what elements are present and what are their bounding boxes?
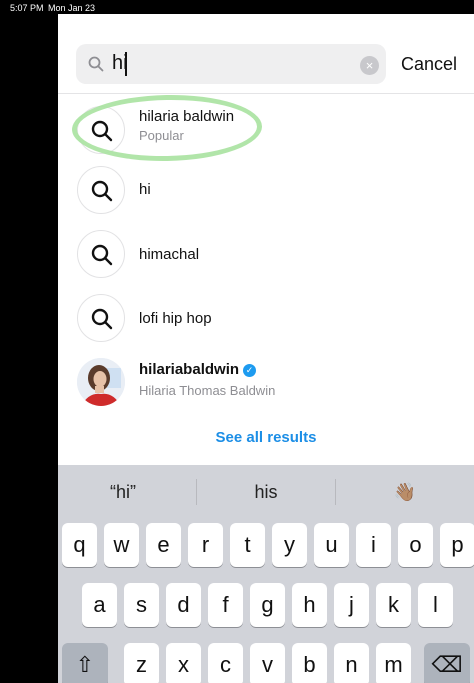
text-caret <box>125 52 127 76</box>
key-u[interactable]: u <box>314 523 349 567</box>
keyboard-suggestion-emoji[interactable]: 👋🏽 <box>340 482 470 503</box>
key-e[interactable]: e <box>146 523 181 567</box>
account-result-item[interactable]: hilariabaldwin ✓ Hilaria Thomas Baldwin <box>58 358 474 418</box>
key-n[interactable]: n <box>334 643 369 683</box>
key-k[interactable]: k <box>376 583 411 627</box>
key-g[interactable]: g <box>250 583 285 627</box>
key-z[interactable]: z <box>124 643 159 683</box>
suggestion-title: hi <box>139 181 151 198</box>
header-divider <box>58 93 474 94</box>
suggestion-divider <box>196 479 197 505</box>
search-icon <box>91 308 113 330</box>
account-full-name: Hilaria Thomas Baldwin <box>139 383 276 398</box>
key-m[interactable]: m <box>376 643 411 683</box>
keyboard-suggestion[interactable]: his <box>201 482 331 503</box>
key-r[interactable]: r <box>188 523 223 567</box>
status-date: Mon Jan 23 <box>48 3 96 13</box>
suggestion-icon-circle <box>77 294 125 342</box>
key-l[interactable]: l <box>418 583 453 627</box>
clear-x-icon[interactable]: × <box>360 56 379 75</box>
keyboard: “hi” his 👋🏽 q w e r t y u i o p a s d f … <box>58 465 474 683</box>
suggestion-title: himachal <box>139 246 200 263</box>
shift-key-icon[interactable]: ⇧ <box>62 643 108 683</box>
suggestion-title: lofi hip hop <box>139 310 212 327</box>
key-d[interactable]: d <box>166 583 201 627</box>
account-username: hilariabaldwin <box>139 361 240 378</box>
key-a[interactable]: a <box>82 583 117 627</box>
key-b[interactable]: b <box>292 643 327 683</box>
suggestion-divider <box>335 479 336 505</box>
key-q[interactable]: q <box>62 523 97 567</box>
suggestion-icon-circle <box>77 166 125 214</box>
delete-key-icon[interactable]: ⌫ <box>424 643 470 683</box>
search-icon <box>88 56 104 72</box>
key-j[interactable]: j <box>334 583 369 627</box>
cancel-button[interactable]: Cancel <box>401 54 457 75</box>
key-f[interactable]: f <box>208 583 243 627</box>
key-c[interactable]: c <box>208 643 243 683</box>
keyboard-suggestion[interactable]: “hi” <box>58 482 188 503</box>
account-username-row: hilariabaldwin ✓ <box>139 361 257 378</box>
key-o[interactable]: o <box>398 523 433 567</box>
see-all-results-link[interactable]: See all results <box>58 429 474 446</box>
status-time: 5:07 PM <box>10 3 44 13</box>
key-s[interactable]: s <box>124 583 159 627</box>
key-w[interactable]: w <box>104 523 139 567</box>
avatar-photo <box>77 358 125 406</box>
key-t[interactable]: t <box>230 523 265 567</box>
key-v[interactable]: v <box>250 643 285 683</box>
avatar <box>77 358 125 406</box>
key-y[interactable]: y <box>272 523 307 567</box>
search-suggestion-item[interactable]: himachal <box>58 224 474 284</box>
key-p[interactable]: p <box>440 523 474 567</box>
search-icon <box>91 180 113 202</box>
key-i[interactable]: i <box>356 523 391 567</box>
key-h[interactable]: h <box>292 583 327 627</box>
search-icon <box>91 244 113 266</box>
verified-badge-icon: ✓ <box>243 364 257 377</box>
key-x[interactable]: x <box>166 643 201 683</box>
suggestion-icon-circle <box>77 230 125 278</box>
search-suggestion-item[interactable]: lofi hip hop <box>58 288 474 348</box>
search-suggestion-item[interactable]: hi <box>58 160 474 220</box>
